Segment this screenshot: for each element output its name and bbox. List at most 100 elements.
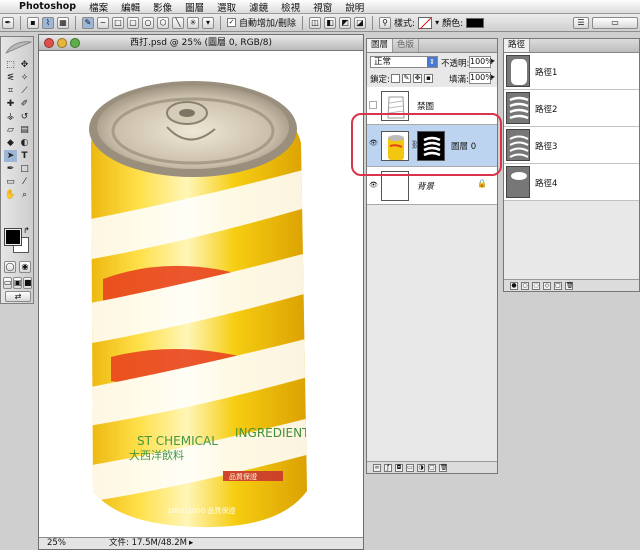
menu-layer[interactable]: 圖層	[185, 0, 204, 14]
freeform-pen-icon[interactable]: ~	[97, 16, 109, 29]
menu-view[interactable]: 檢視	[281, 0, 300, 14]
color-swatch[interactable]	[466, 17, 485, 28]
tab-paths[interactable]: 路徑	[504, 39, 531, 52]
opacity-input[interactable]: 100%	[469, 56, 493, 68]
line-icon[interactable]: ╲	[172, 16, 184, 29]
new-layer-icon[interactable]: ▢	[428, 463, 436, 472]
notes-tool-icon[interactable]: ▭	[4, 176, 17, 188]
style-dropdown-icon[interactable]: ▾	[435, 18, 439, 27]
visibility-toggle[interactable]	[369, 101, 377, 109]
ellipse-icon[interactable]: ○	[142, 16, 154, 29]
palette-well-icon[interactable]: ☰	[573, 16, 589, 29]
menu-help[interactable]: 說明	[345, 0, 364, 14]
path-row[interactable]: 路徑1	[504, 53, 639, 90]
brush-tool-icon[interactable]: ✐	[18, 98, 31, 110]
path-row[interactable]: 路徑3	[504, 127, 639, 164]
lock-transparent-checkbox[interactable]	[391, 74, 400, 83]
link-icon[interactable]: ⚲	[379, 16, 392, 29]
path-add-icon[interactable]: ◫	[309, 16, 322, 29]
path-row[interactable]: 路徑4	[504, 164, 639, 201]
magic-wand-tool-icon[interactable]: ✧	[18, 72, 31, 84]
trash-icon[interactable]: 🗑	[439, 463, 448, 472]
add-mask-icon[interactable]: ◘	[395, 463, 403, 472]
pen-tool-preset-icon[interactable]: ✒	[2, 16, 14, 29]
lock-all-checkbox[interactable]: ▪	[424, 74, 433, 83]
fill-arrow-icon[interactable]: ▸	[491, 72, 495, 81]
trash-icon[interactable]: 🗑	[565, 281, 574, 290]
stroke-path-icon[interactable]: ○	[521, 281, 529, 290]
menu-image[interactable]: 影像	[153, 0, 172, 14]
shape-layers-icon[interactable]: ▪	[27, 16, 39, 29]
lasso-tool-icon[interactable]: ᓬ	[4, 72, 17, 84]
new-group-icon[interactable]: ▭	[406, 463, 414, 472]
gradient-tool-icon[interactable]: ▤	[18, 124, 31, 136]
path-row[interactable]: 路徑2	[504, 90, 639, 127]
zoom-level[interactable]: 25%	[47, 538, 66, 549]
screen-mode-full-menu-icon[interactable]: ▣	[13, 277, 22, 289]
pen-tool-icon[interactable]: ✒	[4, 163, 17, 175]
make-work-path-icon[interactable]: ◇	[543, 281, 551, 290]
eyedropper-tool-icon[interactable]: ⁄	[18, 176, 31, 188]
type-tool-icon[interactable]: T	[18, 150, 31, 162]
quick-mask-icon[interactable]: ◉	[19, 261, 31, 273]
slice-tool-icon[interactable]: ⟋	[18, 85, 31, 97]
fill-path-icon[interactable]: ●	[510, 281, 518, 290]
lock-image-checkbox[interactable]: ✎	[402, 74, 411, 83]
custom-shape-icon[interactable]: ✳	[187, 16, 199, 29]
link-layers-icon[interactable]: ∞	[373, 463, 381, 472]
rectangle-icon[interactable]: □	[112, 16, 124, 29]
blur-tool-icon[interactable]: ◆	[4, 137, 17, 149]
blend-mode-select[interactable]: 正常 ⇕	[370, 56, 438, 68]
marquee-tool-icon[interactable]: ⬚	[4, 59, 17, 71]
path-exclude-icon[interactable]: ◪	[354, 16, 367, 29]
adjustment-layer-icon[interactable]: ◑	[417, 463, 425, 472]
dropdown-arrow-icon[interactable]: ▾	[202, 16, 214, 29]
paths-mode-icon[interactable]: ⌇	[42, 16, 54, 29]
clone-stamp-icon[interactable]: ⚶	[4, 111, 17, 123]
minimize-window-icon[interactable]	[57, 38, 67, 48]
standard-mode-icon[interactable]: ◯	[4, 261, 16, 273]
rounded-rectangle-icon[interactable]: ▢	[127, 16, 139, 29]
menu-filter[interactable]: 濾鏡	[249, 0, 268, 14]
file-info[interactable]: 文件: 17.5M/48.2M	[109, 538, 187, 549]
tab-layers[interactable]: 圖層	[367, 39, 394, 52]
zoom-window-icon[interactable]	[70, 38, 80, 48]
fill-input[interactable]: 100%	[469, 72, 493, 84]
layer-style-icon[interactable]: ƒ	[384, 463, 392, 472]
menu-select[interactable]: 選取	[217, 0, 236, 14]
hand-tool-icon[interactable]: ✋	[4, 189, 17, 201]
auto-add-delete-checkbox[interactable]: ✓	[227, 18, 236, 27]
tab-channels[interactable]: 色版	[393, 39, 420, 52]
brush-well-icon[interactable]: ▭	[592, 16, 638, 29]
dodge-tool-icon[interactable]: ◐	[18, 137, 31, 149]
eraser-tool-icon[interactable]: ▱	[4, 124, 17, 136]
opacity-arrow-icon[interactable]: ▸	[491, 56, 495, 65]
new-path-icon[interactable]: ▢	[554, 281, 562, 290]
lock-position-checkbox[interactable]: ✥	[413, 74, 422, 83]
foreground-color[interactable]	[4, 228, 22, 246]
menu-edit[interactable]: 編輯	[121, 0, 140, 14]
path-subtract-icon[interactable]: ◧	[324, 16, 337, 29]
close-window-icon[interactable]	[44, 38, 54, 48]
history-brush-icon[interactable]: ↺	[18, 111, 31, 123]
eye-icon[interactable]: 👁	[369, 181, 378, 189]
style-none-swatch[interactable]	[418, 16, 433, 29]
swap-colors-icon[interactable]: ↱	[23, 226, 30, 235]
path-intersect-icon[interactable]: ◩	[339, 16, 352, 29]
menu-window[interactable]: 視窗	[313, 0, 332, 14]
jump-to-imageready-icon[interactable]: ⇄	[5, 291, 31, 302]
crop-tool-icon[interactable]: ⌗	[4, 85, 17, 97]
zoom-tool-icon[interactable]: ⌕	[18, 189, 31, 201]
healing-brush-icon[interactable]: ✚	[4, 98, 17, 110]
screen-mode-standard-icon[interactable]: ▭	[3, 277, 12, 289]
shape-tool-icon[interactable]: □	[18, 163, 31, 175]
canvas[interactable]: 大西洋飲料 ST CHEMICAL INGREDIENTS 1001-2000 …	[39, 51, 363, 537]
menu-app[interactable]: Photoshop	[19, 1, 76, 12]
move-tool-icon[interactable]: ✥	[18, 59, 31, 71]
pen-icon[interactable]: ✎	[82, 16, 94, 29]
fill-pixels-icon[interactable]: ▦	[57, 16, 69, 29]
load-selection-icon[interactable]: ◌	[532, 281, 540, 290]
menu-file[interactable]: 檔案	[89, 0, 108, 14]
status-menu-icon[interactable]: ▸	[189, 538, 193, 549]
path-selection-tool-icon[interactable]: ➤	[4, 150, 17, 162]
